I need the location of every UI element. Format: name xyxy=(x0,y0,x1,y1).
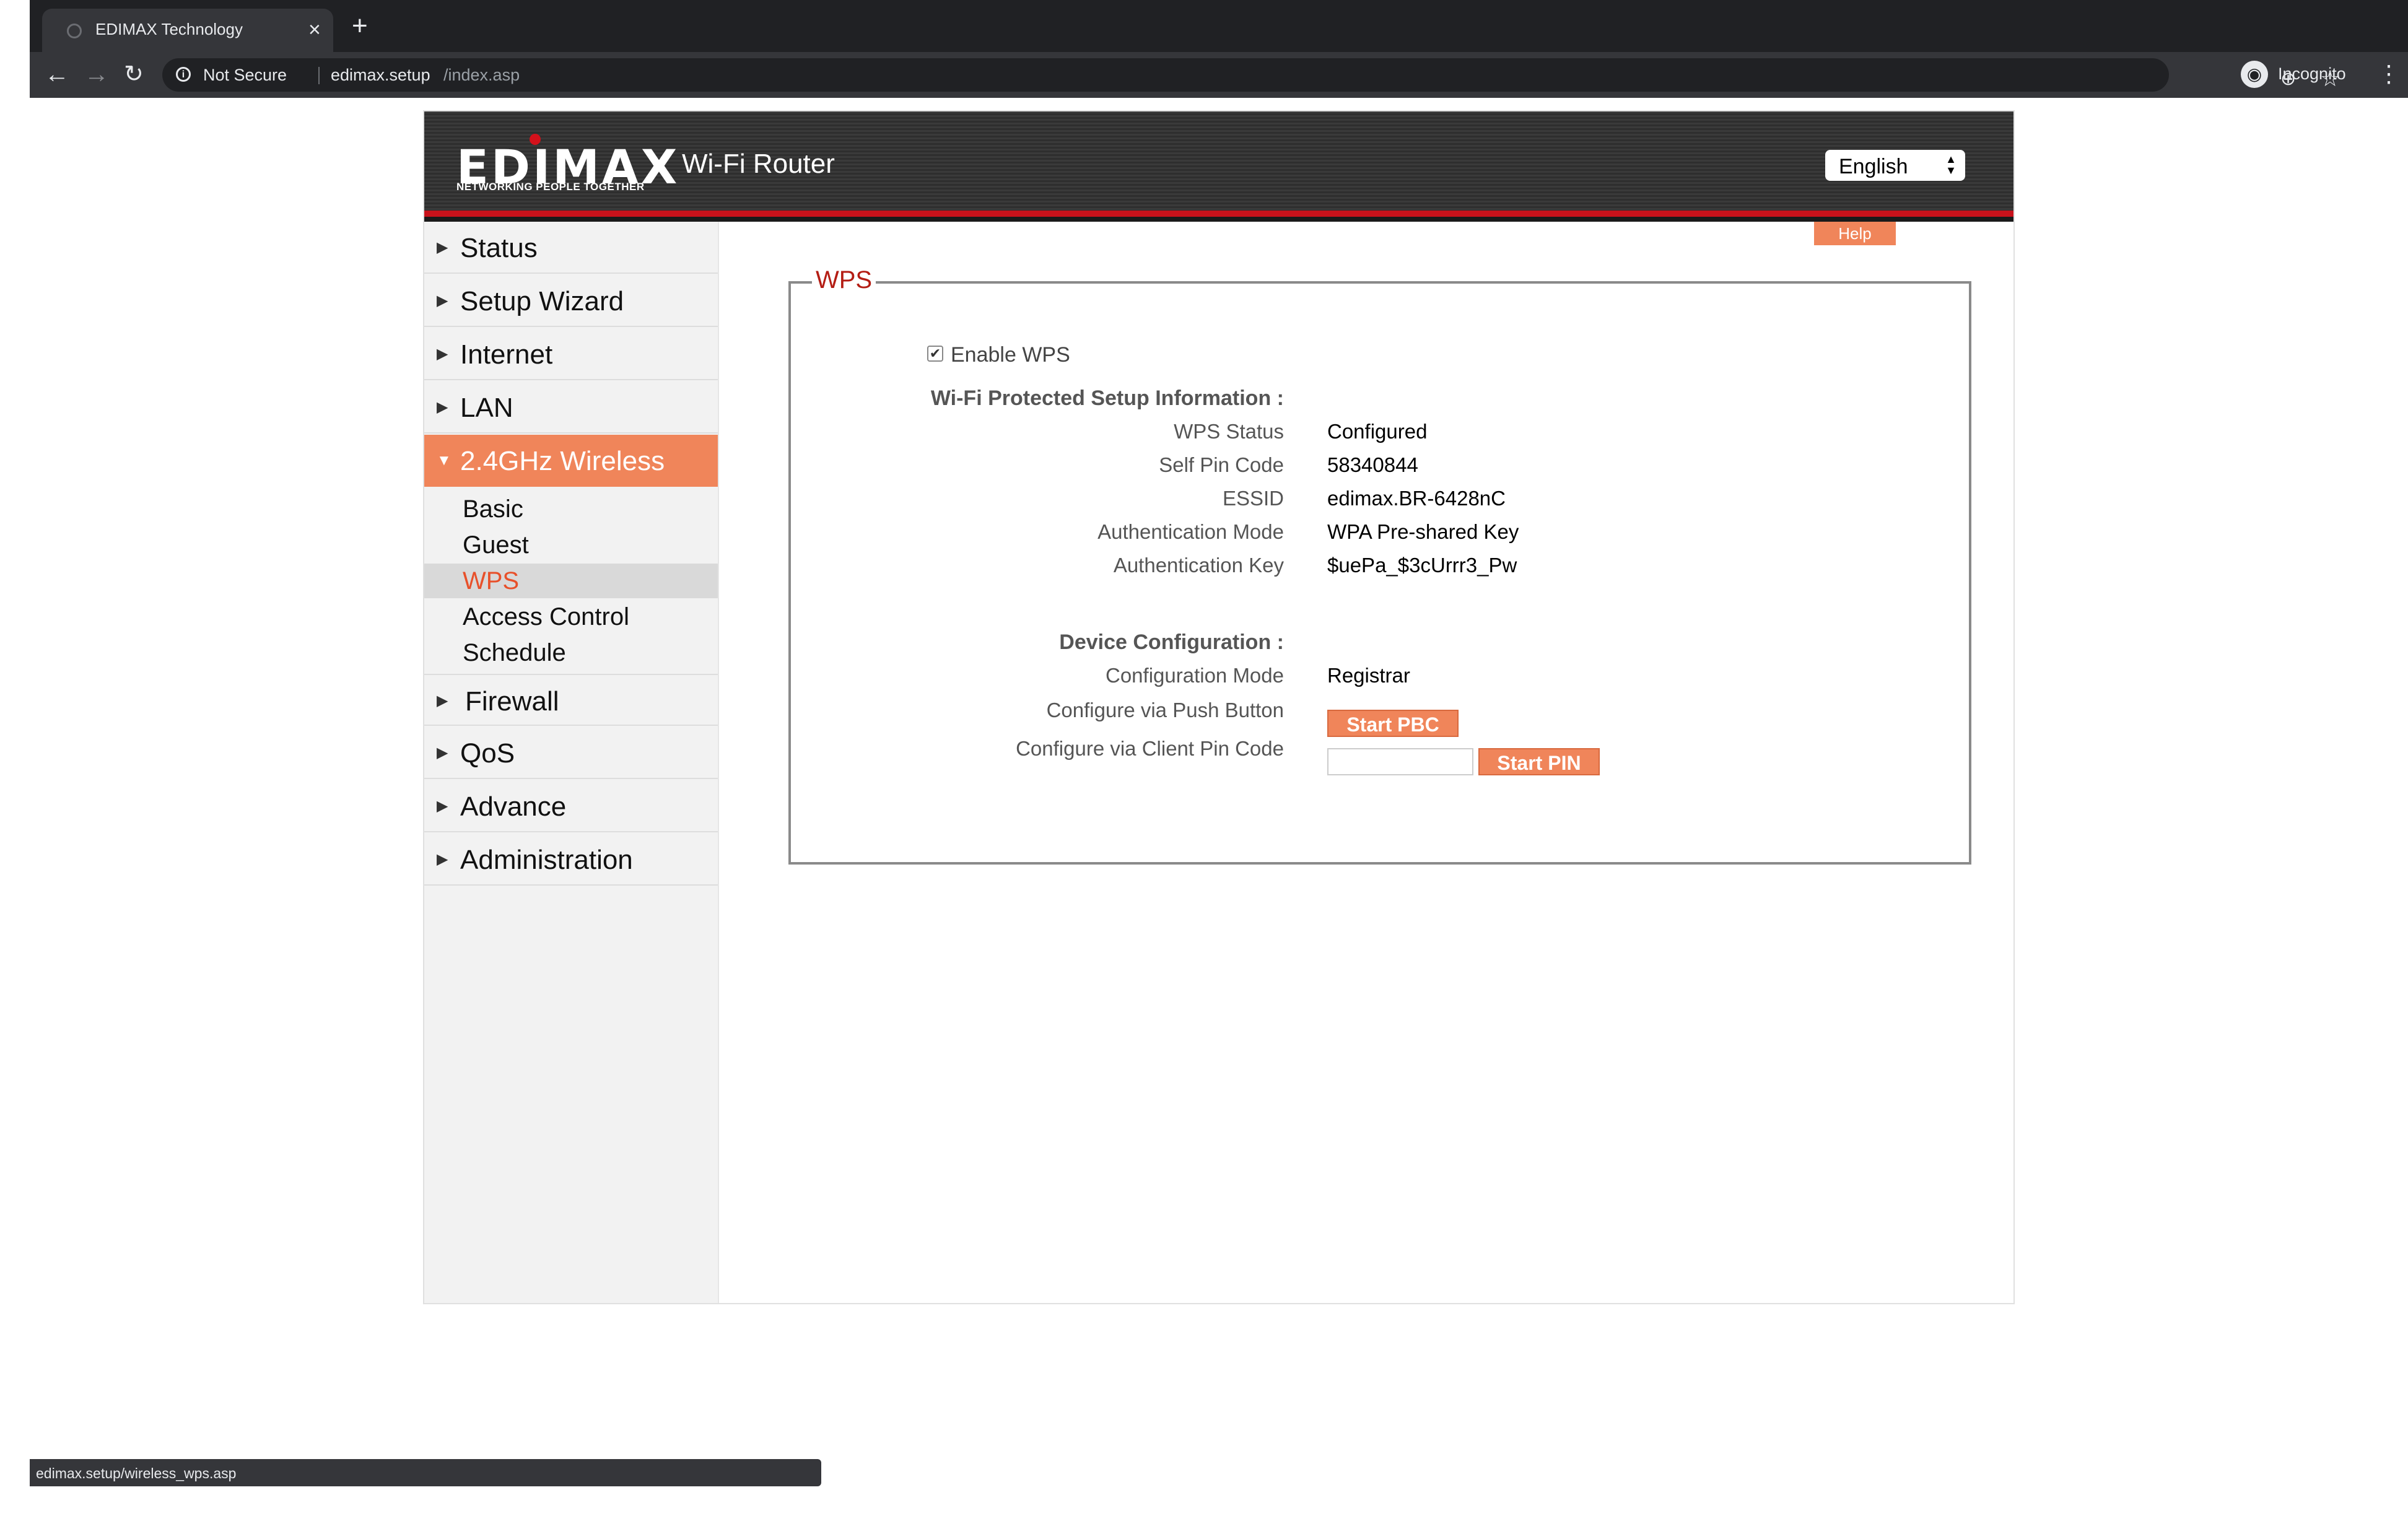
enable-wps-label[interactable]: Enable WPS xyxy=(951,343,1070,367)
status-url: edimax.setup/wireless_wps.asp xyxy=(36,1465,237,1481)
url-path: /index.asp xyxy=(443,66,520,84)
address-bar[interactable]: i Not Secure edimax.setup /index.asp ⊕ ☆ xyxy=(162,58,2340,92)
favicon-icon xyxy=(67,24,82,38)
info-icon[interactable]: i xyxy=(176,67,191,82)
config-mode-label: Configuration Mode xyxy=(1105,664,1284,687)
incognito-icon[interactable]: ◉ xyxy=(2241,61,2268,88)
sidebar-item-lan[interactable]: ▶ LAN xyxy=(424,381,718,434)
sidebar-item-qos[interactable]: ▶ QoS xyxy=(424,727,718,779)
sidebar-item-firewall[interactable]: ▶ Firewall xyxy=(424,674,718,726)
client-pin-label: Configure via Client Pin Code xyxy=(1016,737,1284,760)
sidebar-item-label: Internet xyxy=(460,339,553,370)
wps-status-label: WPS Status xyxy=(1174,420,1284,443)
sidebar-subitem-label: Schedule xyxy=(463,639,566,666)
triangle-right-icon: ▶ xyxy=(437,239,448,256)
security-label[interactable]: Not Secure xyxy=(203,66,287,85)
client-pin-input[interactable] xyxy=(1327,748,1473,775)
sidebar-item-label: QoS xyxy=(460,738,515,769)
wps-legend: WPS xyxy=(812,266,876,294)
triangle-down-icon: ▼ xyxy=(437,452,452,469)
push-button-label: Configure via Push Button xyxy=(1046,699,1284,721)
auth-key-value: $uePa_$3cUrrr3_Pw xyxy=(1327,554,1517,577)
device-config-heading: Device Configuration : xyxy=(1059,630,1284,654)
address-separator xyxy=(318,67,320,84)
sidebar-item-internet[interactable]: ▶ Internet xyxy=(424,328,718,380)
sidebar-subitem-label: Guest xyxy=(463,531,529,559)
header-shadow-bar xyxy=(424,217,2013,222)
sidebar-subitem-label: Access Control xyxy=(463,603,629,630)
language-value: English xyxy=(1839,155,1908,178)
sidebar-subitem-schedule[interactable]: Schedule xyxy=(424,635,718,670)
sidebar-subitem-basic[interactable]: Basic xyxy=(424,492,718,526)
logo-dot xyxy=(530,134,541,145)
reload-icon[interactable]: ↻ xyxy=(124,61,144,88)
router-page: EDIMAX NETWORKING PEOPLE TOGETHER Wi-Fi … xyxy=(423,110,2015,1304)
sidebar-item-setup-wizard[interactable]: ▶ Setup Wizard xyxy=(424,275,718,327)
incognito-label[interactable]: Incognito xyxy=(2278,64,2346,84)
browser-chrome: EDIMAX Technology × + ← → ↻ i Not Secure… xyxy=(30,0,2408,98)
self-pin-label: Self Pin Code xyxy=(1159,453,1284,476)
wps-info-heading: Wi-Fi Protected Setup Information : xyxy=(930,386,1284,410)
sidebar-item-status[interactable]: ▶ Status xyxy=(424,222,718,274)
sidebar-subitem-label: Basic xyxy=(463,495,523,523)
self-pin-value: 58340844 xyxy=(1327,453,1418,476)
sidebar-subitem-access-control[interactable]: Access Control xyxy=(424,599,718,634)
sidebar-subitem-guest[interactable]: Guest xyxy=(424,528,718,562)
new-tab-icon[interactable]: + xyxy=(352,12,368,40)
sidebar-item-label: Setup Wizard xyxy=(460,286,624,316)
triangle-right-icon: ▶ xyxy=(437,346,448,362)
auth-mode-value: WPA Pre-shared Key xyxy=(1327,520,1519,543)
browser-menu-icon[interactable]: ⋮ xyxy=(2377,61,2401,88)
start-pbc-button[interactable]: Start PBC xyxy=(1327,710,1459,737)
product-title: Wi-Fi Router xyxy=(682,149,835,179)
sidebar: ▶ Status ▶ Setup Wizard ▶ Internet ▶ LAN… xyxy=(424,222,719,1303)
sidebar-item-label: 2.4GHz Wireless xyxy=(460,446,665,476)
triangle-right-icon: ▶ xyxy=(437,692,448,709)
forward-icon[interactable]: → xyxy=(84,61,109,88)
essid-label: ESSID xyxy=(1222,487,1284,510)
sidebar-subitem-label: WPS xyxy=(463,567,520,595)
sidebar-subitem-wps[interactable]: WPS xyxy=(424,564,718,598)
auth-mode-label: Authentication Mode xyxy=(1097,520,1284,543)
sidebar-item-label: Advance xyxy=(460,791,567,822)
wps-fieldset: WPS ✔ Enable WPS Wi-Fi Protected Setup I… xyxy=(788,266,1971,865)
config-mode-value: Registrar xyxy=(1327,664,1410,687)
tab-close-icon[interactable]: × xyxy=(308,17,321,42)
sidebar-item-advance[interactable]: ▶ Advance xyxy=(424,780,718,832)
url-host: edimax.setup xyxy=(331,66,430,84)
router-header: EDIMAX NETWORKING PEOPLE TOGETHER Wi-Fi … xyxy=(424,111,2013,222)
tab-title: EDIMAX Technology xyxy=(95,20,243,38)
sidebar-item-label: Firewall xyxy=(465,686,559,717)
triangle-right-icon: ▶ xyxy=(437,292,448,309)
logo-tagline: NETWORKING PEOPLE TOGETHER xyxy=(456,181,645,193)
essid-value: edimax.BR-6428nC xyxy=(1327,487,1506,510)
sidebar-item-administration[interactable]: ▶ Administration xyxy=(424,834,718,886)
triangle-right-icon: ▶ xyxy=(437,798,448,814)
triangle-right-icon: ▶ xyxy=(437,851,448,868)
triangle-right-icon: ▶ xyxy=(437,399,448,416)
triangle-right-icon: ▶ xyxy=(437,744,448,761)
sidebar-item-label: Status xyxy=(460,233,538,263)
help-button[interactable]: Help xyxy=(1814,222,1896,245)
back-icon[interactable]: ← xyxy=(45,61,69,88)
sidebar-item-label: Administration xyxy=(460,845,633,875)
select-arrows-icon: ▲ ▼ xyxy=(1945,153,1956,177)
header-accent-bar xyxy=(424,211,2013,217)
browser-toolbar: ← → ↻ i Not Secure edimax.setup /index.a… xyxy=(30,52,2408,98)
wps-status-value: Configured xyxy=(1327,420,1428,443)
browser-tab[interactable]: EDIMAX Technology × xyxy=(42,9,333,52)
enable-wps-checkbox[interactable]: ✔ xyxy=(927,346,943,362)
sidebar-item-wireless[interactable]: ▼ 2.4GHz Wireless xyxy=(424,435,718,487)
auth-key-label: Authentication Key xyxy=(1113,554,1284,577)
start-pin-button[interactable]: Start PIN xyxy=(1478,748,1600,775)
language-select[interactable]: English ▲ ▼ xyxy=(1825,150,1965,181)
link-status-bubble: edimax.setup/wireless_wps.asp xyxy=(30,1459,821,1486)
sidebar-item-label: LAN xyxy=(460,393,513,423)
